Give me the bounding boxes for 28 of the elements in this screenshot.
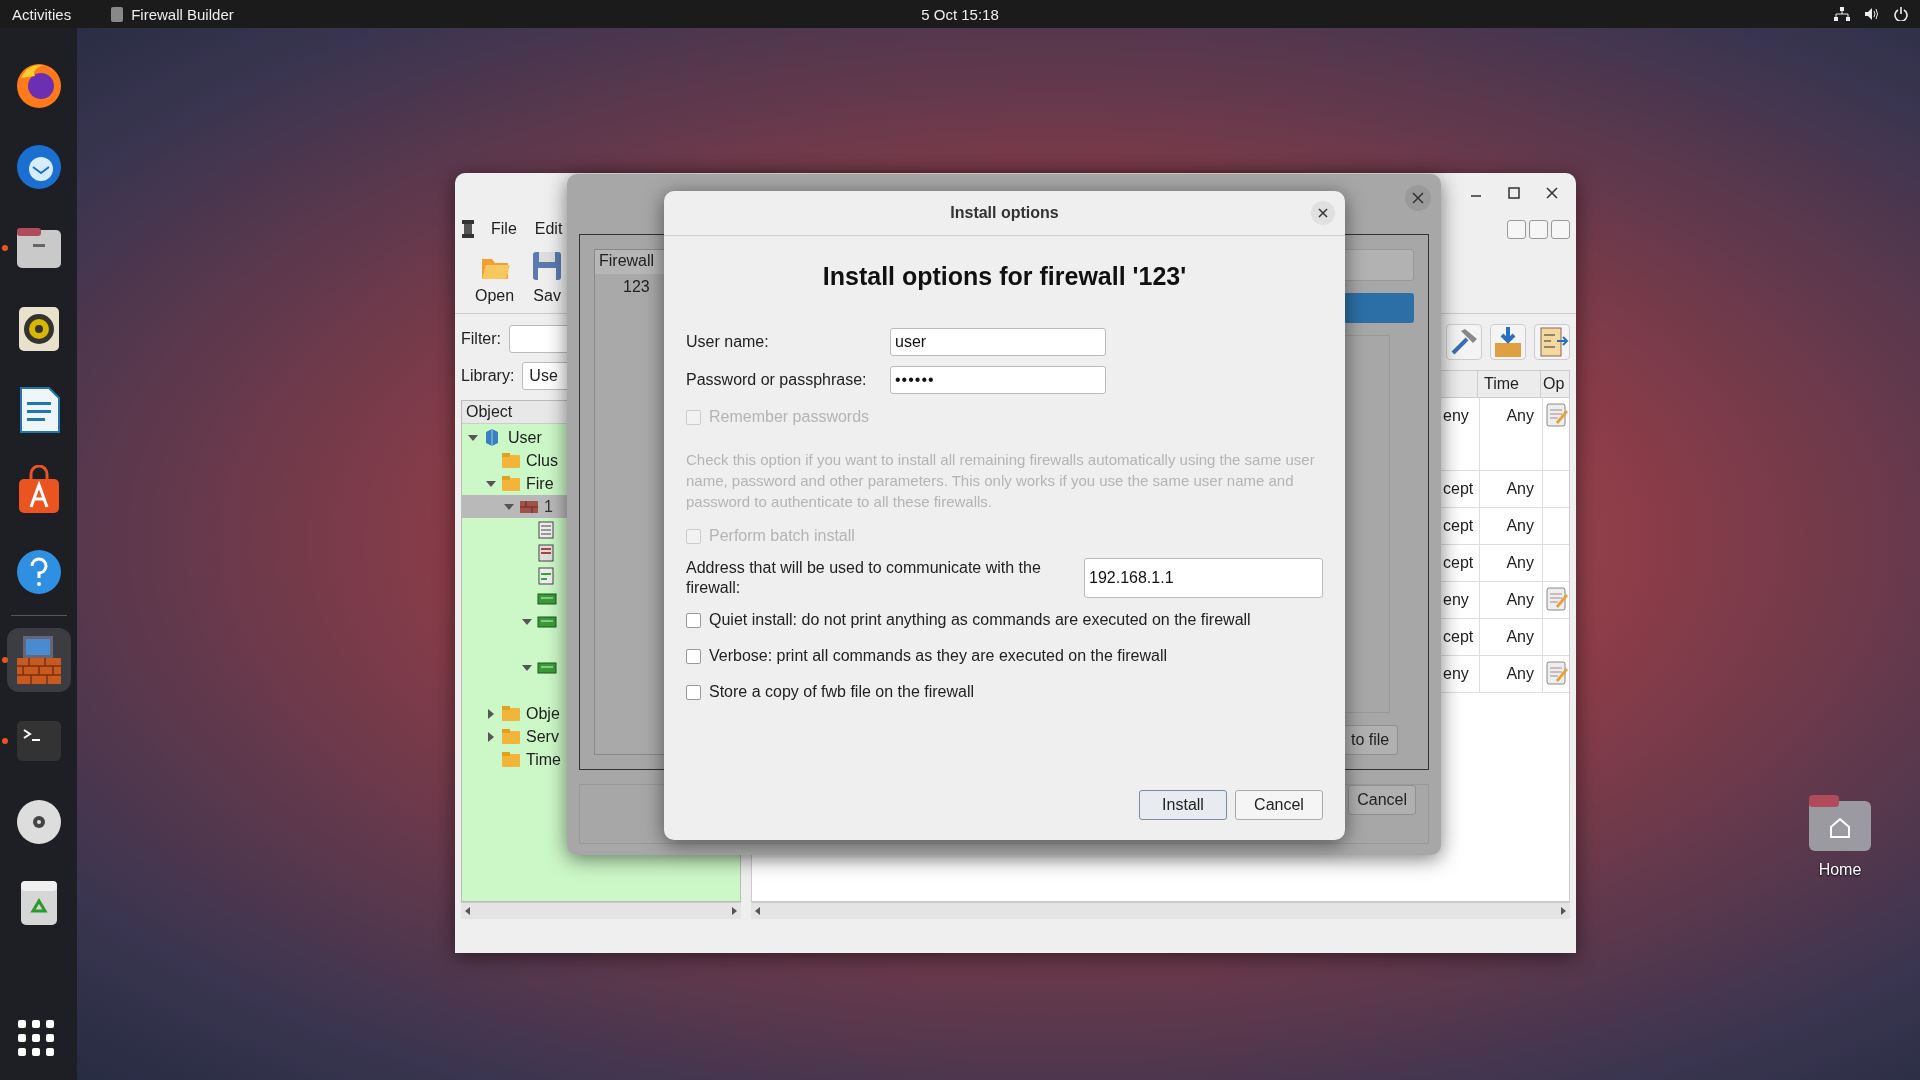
dialog-title: Install options (950, 204, 1059, 222)
field-label: User name: (686, 333, 770, 351)
table-cell: Any (1479, 508, 1543, 544)
filter-label: Filter: (461, 329, 501, 348)
table-cell: Any (1479, 398, 1543, 470)
table-cell: Any (1479, 545, 1543, 581)
table-cell-text: eny (1443, 590, 1470, 610)
checkbox-label: Verbose: print all commands as they are executed on the firewall (709, 647, 1168, 665)
dialog-heading: Install options for firewall '123' (821, 262, 1188, 291)
table-cell: Any (1479, 582, 1543, 618)
field-label: Password or passphrase: (686, 371, 868, 389)
table-cell-text: cept (1443, 479, 1475, 499)
field-label: Address that will be used to communicate with the firewall: (686, 558, 1042, 598)
table-cell: Any (1479, 619, 1543, 655)
table-cell-text: cept (1443, 553, 1475, 573)
table-cell-text: eny (1443, 406, 1470, 426)
checkbox-label: Perform batch install (709, 527, 855, 545)
table-cell: Any (1479, 471, 1543, 507)
checkbox-label: Store a copy of fwb file on the firewall (709, 683, 975, 701)
checkbox-label: Quiet install: do not print anything as commands are executed on the firewall (709, 611, 1251, 629)
column-header: Op (1542, 374, 1566, 394)
table-cell: Any (1479, 656, 1543, 692)
hint-text: Check this option if you want to install all remaining firewalls automatically using the same user name, password and other parameters. This only works if you use the same user name and password to authenticate to all these firewalls. (686, 450, 1316, 512)
table-cell-text: cept (1443, 516, 1475, 536)
table-cell-text: cept (1443, 627, 1475, 647)
column-header: Time (1477, 371, 1541, 397)
library-label: Library: (461, 366, 515, 385)
table-cell-text: eny (1443, 664, 1470, 684)
